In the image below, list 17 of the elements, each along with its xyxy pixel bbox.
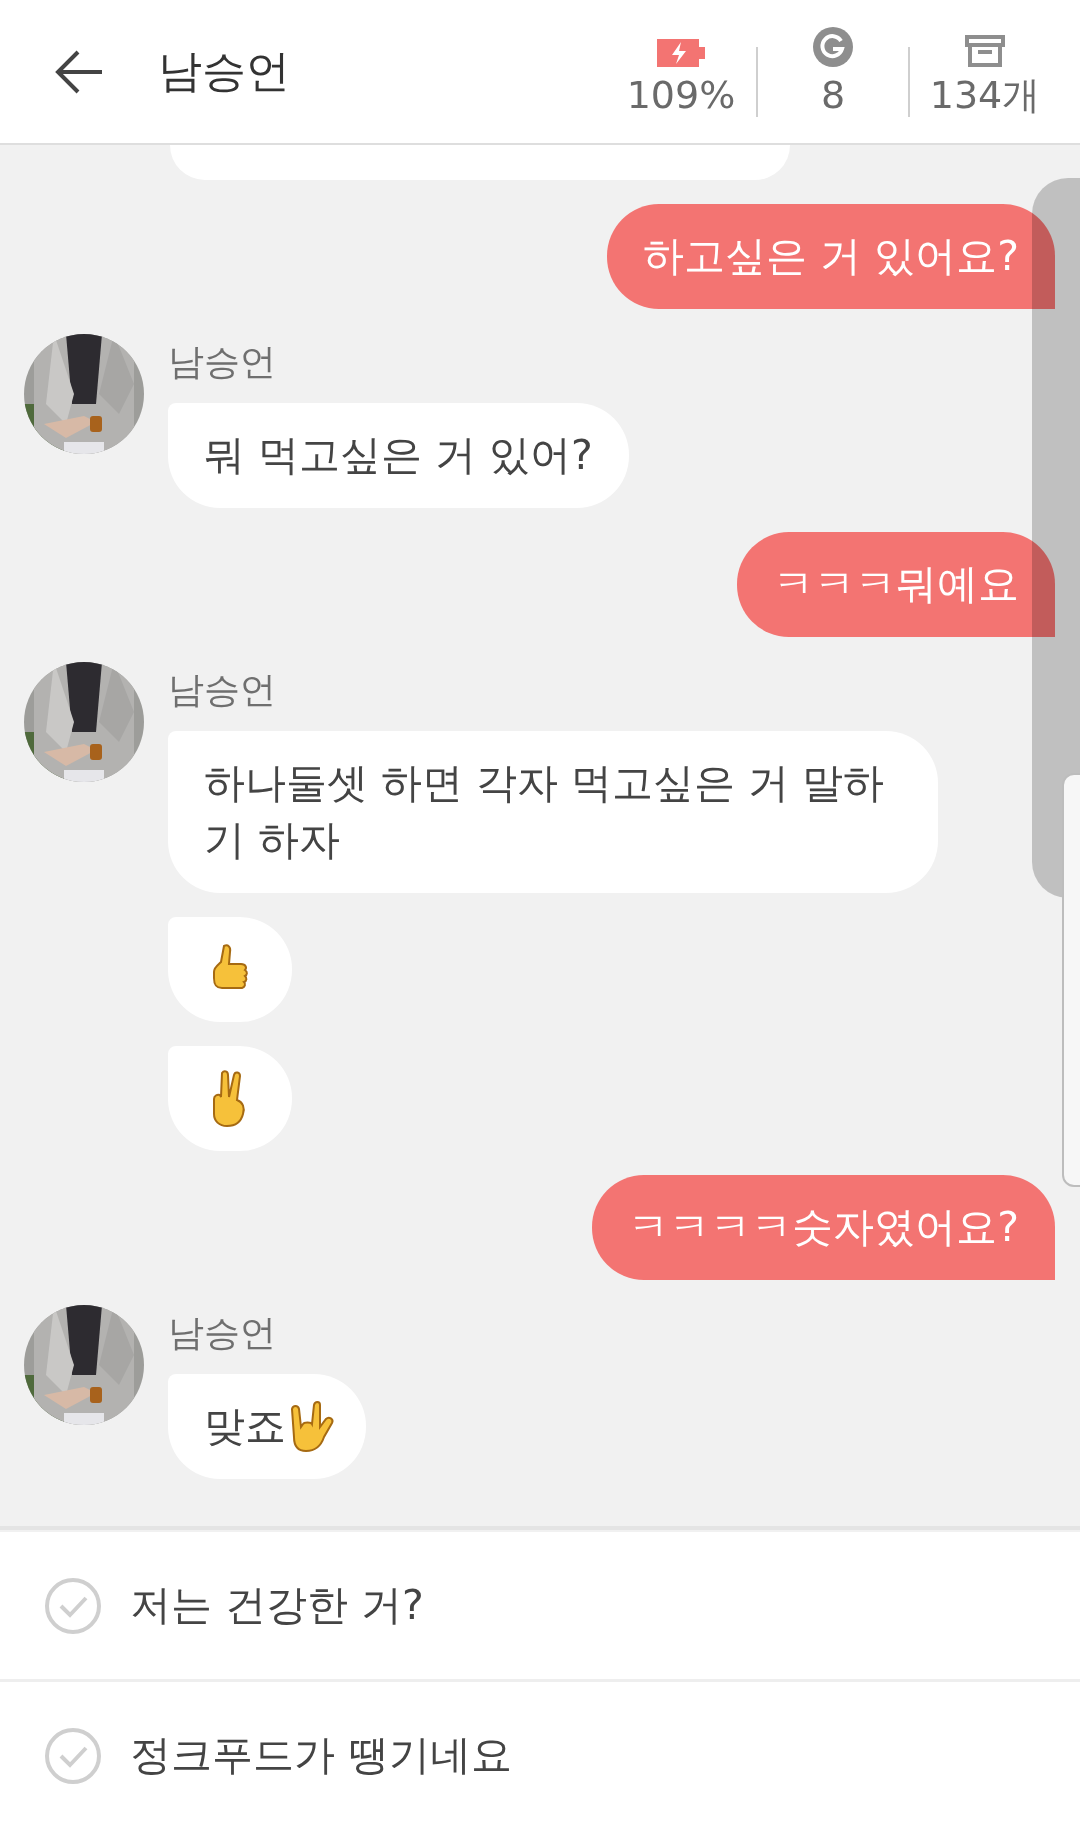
message-bubble: 하나둘셋 하면 각자 먹고싶은 거 말하기 하자: [168, 731, 938, 893]
battery-charging-icon: [657, 38, 705, 67]
message-bubble: 뭐 먹고싶은 거 있어?: [168, 403, 629, 508]
chat-title: 남승언: [158, 44, 291, 98]
message-bubble: 하고싶은 거 있어요?: [607, 204, 1055, 309]
archive-count: 134개: [929, 72, 1041, 117]
message-bubble: ㅋㅋㅋ뭐예요: [737, 532, 1055, 637]
points-count: 8: [820, 72, 846, 117]
archive-box-icon: [965, 34, 1005, 67]
message-bubble: ㅋㅋㅋㅋ숫자였어요?: [592, 1175, 1055, 1280]
g-coin-icon: [813, 26, 853, 67]
scroll-thumb[interactable]: [1032, 178, 1080, 898]
battery-count: 109%: [626, 72, 736, 117]
sender-name: 남승언: [168, 340, 277, 384]
sender-name: 남승언: [168, 668, 277, 712]
message-text: 맞죠: [204, 1401, 286, 1452]
sender-name: 남승언: [168, 1311, 277, 1355]
